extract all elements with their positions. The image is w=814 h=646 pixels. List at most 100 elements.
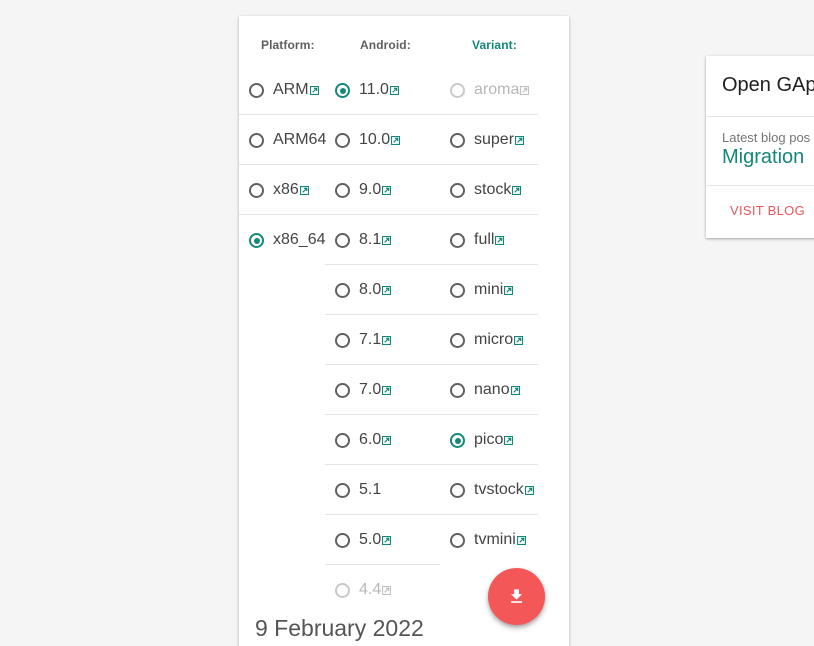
- variant-option-label: pico: [474, 430, 514, 450]
- option-text: 5.1: [359, 481, 382, 498]
- android-option[interactable]: 6.0: [325, 415, 440, 465]
- radio-button[interactable]: [450, 283, 465, 298]
- radio-button[interactable]: [249, 133, 264, 148]
- radio-button[interactable]: [450, 133, 465, 148]
- external-link-icon[interactable]: [309, 86, 319, 95]
- variant-option[interactable]: nano: [440, 365, 538, 415]
- android-option-label: 6.0: [359, 430, 392, 450]
- platform-option[interactable]: ARM: [239, 65, 325, 115]
- option-text: 11.0: [359, 81, 389, 98]
- radio-button[interactable]: [450, 233, 465, 248]
- option-text: nano: [474, 381, 510, 398]
- radio-button[interactable]: [249, 83, 264, 98]
- android-option[interactable]: 5.0: [325, 515, 440, 565]
- android-option-label: 7.1: [359, 330, 392, 350]
- android-option[interactable]: 10.0: [325, 115, 440, 165]
- radio-button[interactable]: [249, 183, 264, 198]
- external-link-icon[interactable]: [524, 486, 534, 495]
- platform-option[interactable]: ARM64: [239, 115, 326, 165]
- external-link-icon[interactable]: [516, 536, 526, 545]
- option-text: 7.0: [359, 381, 382, 398]
- android-option[interactable]: 8.1: [325, 215, 440, 265]
- variant-header: Variant:: [472, 38, 517, 52]
- android-option-label: 11.0: [359, 80, 399, 100]
- external-link-icon[interactable]: [382, 436, 392, 445]
- android-option-label: 8.1: [359, 230, 392, 250]
- external-link-icon[interactable]: [504, 286, 514, 295]
- visit-blog-button[interactable]: VISIT BLOG: [730, 203, 805, 218]
- radio-button[interactable]: [335, 433, 350, 448]
- radio-button: [335, 583, 350, 598]
- radio-button[interactable]: [450, 533, 465, 548]
- option-text: full: [474, 231, 495, 248]
- variant-option[interactable]: tvstock: [440, 465, 538, 515]
- external-link-icon[interactable]: [510, 386, 520, 395]
- radio-button[interactable]: [450, 333, 465, 348]
- external-link-icon[interactable]: [382, 186, 392, 195]
- radio-button[interactable]: [335, 483, 350, 498]
- external-link-icon[interactable]: [389, 86, 399, 95]
- android-option[interactable]: 9.0: [325, 165, 440, 215]
- android-option[interactable]: 8.0: [325, 265, 440, 315]
- external-link-icon[interactable]: [382, 236, 392, 245]
- android-option[interactable]: 7.1: [325, 315, 440, 365]
- download-button[interactable]: [488, 568, 545, 625]
- android-option[interactable]: 7.0: [325, 365, 440, 415]
- radio-button: [450, 83, 465, 98]
- radio-button[interactable]: [249, 233, 264, 248]
- radio-button[interactable]: [335, 283, 350, 298]
- external-link-icon[interactable]: [382, 536, 392, 545]
- external-link-icon[interactable]: [515, 136, 525, 145]
- variant-option[interactable]: micro: [440, 315, 538, 365]
- variant-option[interactable]: full: [440, 215, 538, 265]
- radio-button[interactable]: [450, 183, 465, 198]
- radio-button[interactable]: [450, 483, 465, 498]
- radio-button[interactable]: [335, 383, 350, 398]
- external-link-icon[interactable]: [299, 186, 309, 195]
- external-link-icon[interactable]: [382, 386, 392, 395]
- platform-header: Platform:: [261, 38, 315, 52]
- android-option[interactable]: 11.0: [325, 65, 440, 115]
- external-link-icon[interactable]: [382, 336, 392, 345]
- platform-option[interactable]: x86_64: [239, 215, 326, 265]
- radio-button[interactable]: [450, 433, 465, 448]
- page: Platform: Android: Variant: ARM ARM64 x86 x…: [0, 0, 814, 646]
- radio-button[interactable]: [450, 383, 465, 398]
- radio-button[interactable]: [335, 183, 350, 198]
- radio-button[interactable]: [335, 233, 350, 248]
- variant-option-label: micro: [474, 330, 524, 350]
- platform-option[interactable]: x86: [239, 165, 325, 215]
- android-option-label: 10.0: [359, 130, 401, 150]
- option-text: super: [474, 131, 515, 148]
- option-text: micro: [474, 331, 514, 348]
- variant-option[interactable]: super: [440, 115, 538, 165]
- variant-option-label: nano: [474, 380, 520, 400]
- external-link-icon[interactable]: [391, 136, 401, 145]
- variant-option[interactable]: stock: [440, 165, 538, 215]
- radio-button[interactable]: [335, 133, 350, 148]
- external-link-icon[interactable]: [514, 336, 524, 345]
- external-link-icon[interactable]: [512, 186, 522, 195]
- blog-subtitle: Latest blog pos: [722, 130, 811, 145]
- variant-option-label: super: [474, 130, 525, 150]
- platform-option-label: ARM: [273, 80, 319, 100]
- external-link-icon[interactable]: [504, 436, 514, 445]
- variant-option[interactable]: tvmini: [440, 515, 538, 565]
- external-link-icon[interactable]: [495, 236, 505, 245]
- external-link-icon[interactable]: [382, 286, 392, 295]
- blog-post-title[interactable]: Migration: [722, 146, 804, 169]
- option-text: ARM: [273, 81, 309, 98]
- divider: [706, 116, 814, 117]
- radio-button[interactable]: [335, 533, 350, 548]
- variant-option[interactable]: pico: [440, 415, 538, 465]
- external-link-icon: [520, 86, 530, 95]
- android-option[interactable]: 5.1: [325, 465, 440, 515]
- variant-option-label: stock: [474, 180, 522, 200]
- variant-option[interactable]: mini: [440, 265, 538, 315]
- option-text: 6.0: [359, 431, 382, 448]
- option-text: 8.1: [359, 231, 382, 248]
- radio-button[interactable]: [335, 83, 350, 98]
- radio-button[interactable]: [335, 333, 350, 348]
- android-option-label: 7.0: [359, 380, 392, 400]
- download-icon: [510, 589, 523, 603]
